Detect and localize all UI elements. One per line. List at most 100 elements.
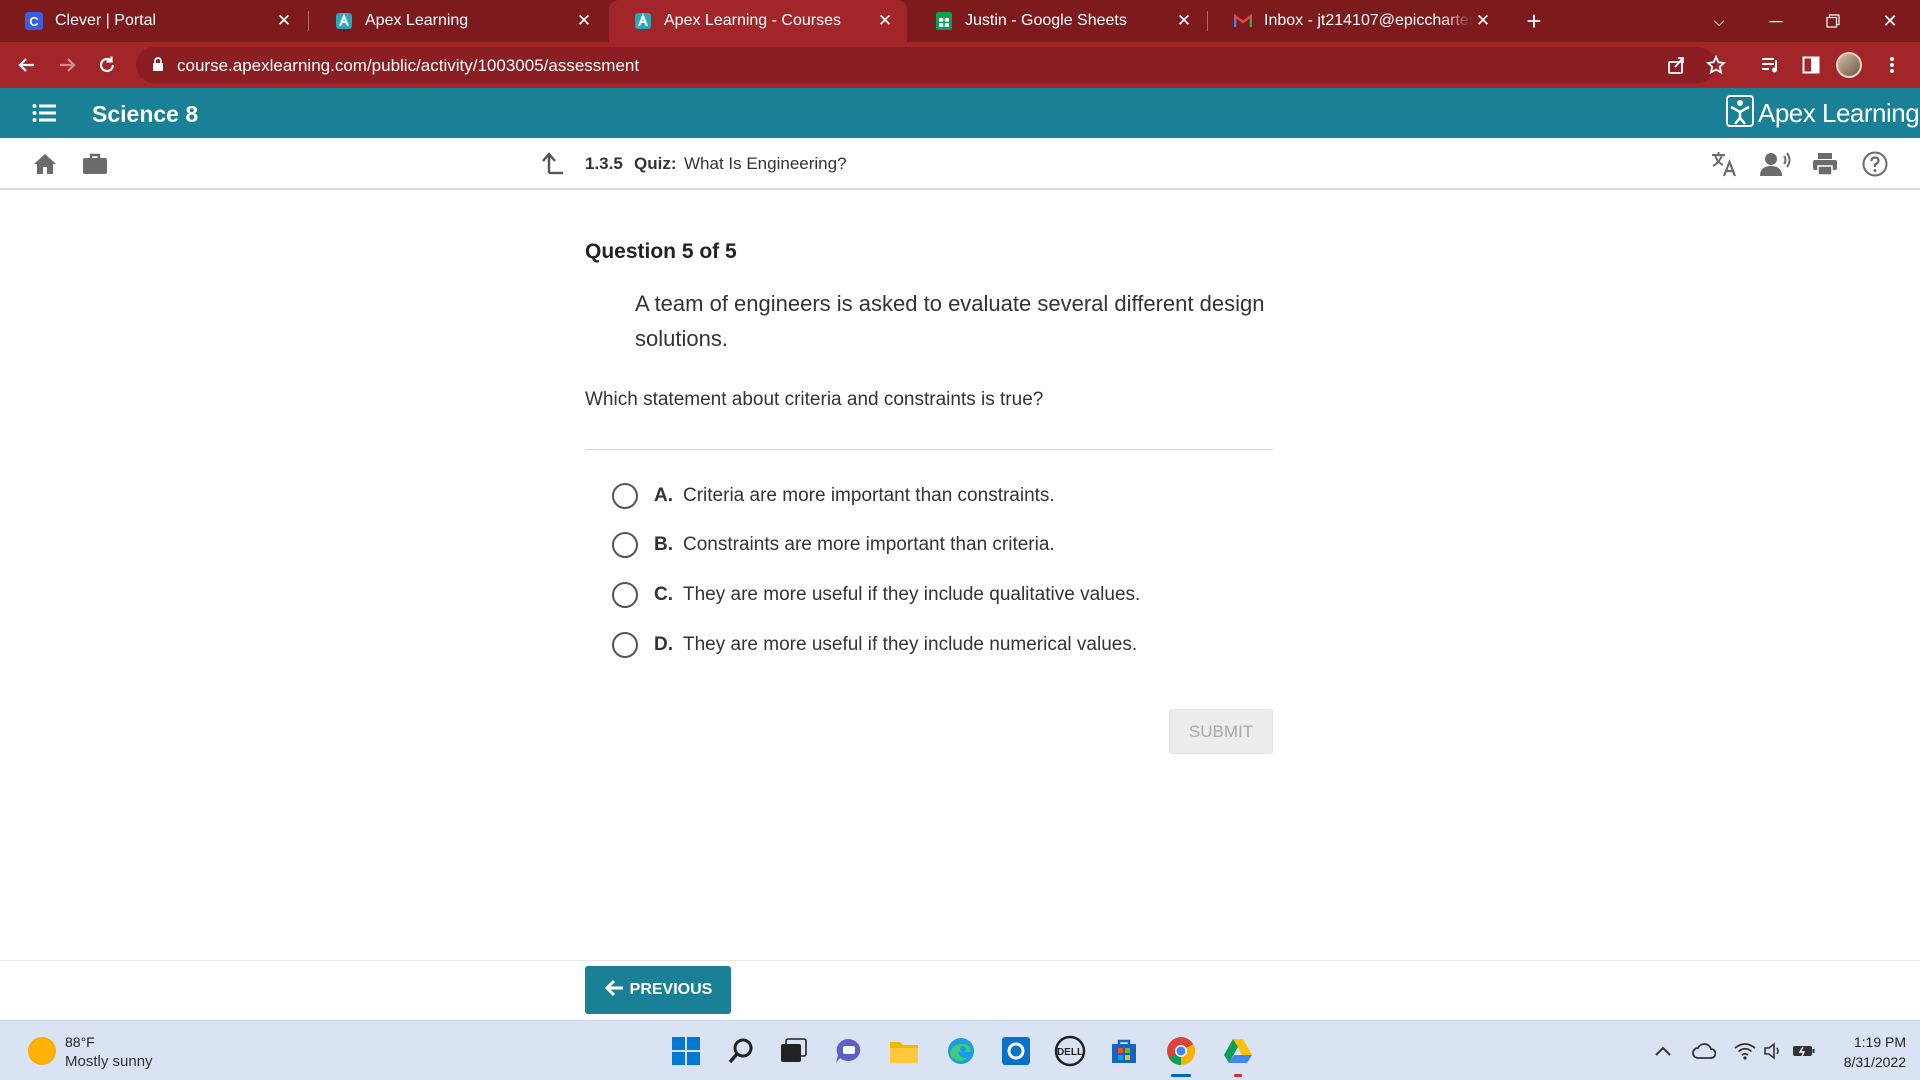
minimize-button[interactable]: ─ bbox=[1748, 0, 1804, 42]
logo-text: Apex Learning bbox=[1758, 97, 1920, 128]
tab-separator bbox=[308, 11, 309, 31]
choice-text[interactable]: They are more useful if they include num… bbox=[683, 634, 1137, 656]
apex-learning-logo: Apex Learning bbox=[1726, 94, 1920, 132]
profile-avatar[interactable] bbox=[1836, 52, 1862, 78]
answer-choice-c[interactable]: C. They are more useful if they include … bbox=[612, 578, 1140, 612]
drive-app-indicator bbox=[1234, 1074, 1242, 1077]
weather-sun-icon[interactable] bbox=[28, 1037, 56, 1065]
radio-button[interactable] bbox=[612, 632, 638, 658]
close-tab-icon[interactable]: ✕ bbox=[274, 11, 294, 31]
browser-tab-strip: C Clever | Portal ✕ Apex Learning ✕ Apex… bbox=[0, 0, 1920, 42]
sheets-icon bbox=[935, 12, 953, 30]
divider bbox=[585, 449, 1273, 450]
radio-button[interactable] bbox=[612, 582, 638, 608]
hamburger-menu-icon[interactable] bbox=[32, 102, 56, 124]
choice-letter: D. bbox=[654, 634, 673, 655]
question-number: Question 5 of 5 bbox=[585, 240, 737, 263]
left-arrow-icon bbox=[604, 977, 624, 1003]
battery-charging-icon[interactable] bbox=[1792, 1039, 1816, 1063]
onedrive-cloud-icon[interactable] bbox=[1692, 1039, 1716, 1063]
wifi-icon[interactable] bbox=[1733, 1039, 1757, 1063]
weather-temperature[interactable]: 88°F bbox=[65, 1034, 95, 1050]
teams-chat-icon[interactable] bbox=[829, 1031, 869, 1071]
outlook-icon[interactable] bbox=[996, 1031, 1036, 1071]
show-hidden-icons-chevron-icon[interactable] bbox=[1651, 1039, 1675, 1063]
choice-letter: C. bbox=[654, 584, 673, 605]
choice-letter: A. bbox=[654, 485, 673, 506]
briefcase-icon[interactable] bbox=[81, 150, 109, 178]
choice-text[interactable]: Criteria are more important than constra… bbox=[683, 485, 1055, 507]
tab-apex-learning[interactable]: Apex Learning ✕ bbox=[310, 0, 606, 42]
help-icon[interactable] bbox=[1861, 150, 1889, 178]
edge-icon[interactable] bbox=[941, 1031, 981, 1071]
choice-letter: B. bbox=[654, 534, 673, 555]
home-icon[interactable] bbox=[31, 150, 59, 178]
address-bar[interactable]: course.apexlearning.com/public/activity/… bbox=[136, 47, 1726, 83]
apex-icon bbox=[634, 12, 652, 30]
close-tab-icon[interactable]: ✕ bbox=[875, 11, 895, 31]
text-to-speech-icon[interactable] bbox=[1760, 150, 1792, 178]
close-tab-icon[interactable]: ✕ bbox=[574, 11, 594, 31]
up-level-icon[interactable] bbox=[542, 151, 564, 180]
clock-date: 8/31/2022 bbox=[1843, 1054, 1906, 1070]
close-tab-icon[interactable]: ✕ bbox=[1473, 11, 1493, 31]
tab-title: Apex Learning - Courses bbox=[664, 12, 841, 29]
tab-gmail-inbox[interactable]: Inbox - jt214107@epiccharterschools.org … bbox=[1209, 0, 1505, 42]
previous-button[interactable]: PREVIOUS bbox=[585, 966, 731, 1014]
system-clock[interactable]: 1:19 PM 8/31/2022 bbox=[1826, 1032, 1906, 1072]
url-text[interactable]: course.apexlearning.com/public/activity/… bbox=[177, 56, 639, 76]
course-title: Science 8 bbox=[92, 101, 199, 127]
question-prompt: Which statement about criteria and const… bbox=[585, 389, 1044, 410]
task-view-icon[interactable] bbox=[773, 1031, 813, 1071]
new-tab-button[interactable]: + bbox=[1519, 6, 1549, 36]
windows-taskbar: 88°F Mostly sunny DELL 1:19 PM 8/31/2022 bbox=[0, 1020, 1920, 1080]
reload-icon[interactable] bbox=[91, 49, 123, 81]
bottom-navigation-bar bbox=[0, 960, 1920, 1020]
dell-icon[interactable]: DELL bbox=[1050, 1031, 1090, 1071]
restore-button[interactable] bbox=[1805, 0, 1861, 42]
app-header: Science 8 Apex Learning bbox=[0, 88, 1920, 138]
weather-condition[interactable]: Mostly sunny bbox=[65, 1053, 153, 1070]
apex-figure-icon bbox=[1726, 94, 1754, 132]
share-icon[interactable] bbox=[1664, 53, 1688, 77]
radio-button[interactable] bbox=[612, 532, 638, 558]
side-panel-icon[interactable] bbox=[1795, 49, 1827, 81]
activity-number: 1.3.5 bbox=[585, 154, 623, 173]
chrome-icon[interactable] bbox=[1161, 1031, 1201, 1071]
choice-text[interactable]: They are more useful if they include qua… bbox=[683, 584, 1140, 606]
choice-text[interactable]: Constraints are more important than crit… bbox=[683, 534, 1055, 556]
print-icon[interactable] bbox=[1811, 150, 1839, 178]
close-tab-icon[interactable]: ✕ bbox=[1174, 11, 1194, 31]
tab-search-chevron-icon[interactable]: ⌵ bbox=[1691, 0, 1747, 42]
media-playlist-icon[interactable] bbox=[1755, 49, 1787, 81]
forward-arrow-icon[interactable] bbox=[51, 49, 83, 81]
translate-icon[interactable] bbox=[1710, 150, 1738, 178]
answer-choice-b[interactable]: B. Constraints are more important than c… bbox=[612, 528, 1055, 562]
tab-clever-portal[interactable]: C Clever | Portal ✕ bbox=[0, 0, 306, 42]
file-explorer-icon[interactable] bbox=[884, 1031, 924, 1071]
svg-text:DELL: DELL bbox=[1057, 1047, 1083, 1058]
search-icon[interactable] bbox=[721, 1031, 761, 1071]
submit-button[interactable]: SUBMIT bbox=[1169, 709, 1273, 754]
tab-apex-learning-courses[interactable]: Apex Learning - Courses ✕ bbox=[609, 0, 907, 42]
radio-button[interactable] bbox=[612, 483, 638, 509]
close-window-button[interactable]: ✕ bbox=[1862, 0, 1918, 42]
drive-app-icon[interactable] bbox=[1218, 1031, 1258, 1071]
answer-choice-a[interactable]: A. Criteria are more important than cons… bbox=[612, 479, 1055, 513]
activity-name: What Is Engineering? bbox=[684, 154, 847, 173]
bookmark-star-icon[interactable] bbox=[1704, 53, 1728, 77]
tab-title: Justin - Google Sheets bbox=[965, 12, 1127, 29]
windows-start-icon[interactable] bbox=[666, 1031, 706, 1071]
tab-google-sheets[interactable]: Justin - Google Sheets ✕ bbox=[910, 0, 1206, 42]
microsoft-store-icon[interactable] bbox=[1104, 1031, 1144, 1071]
lock-icon[interactable] bbox=[152, 57, 164, 77]
gmail-icon bbox=[1234, 12, 1252, 30]
tab-title: Inbox - jt214107@epiccharterschools.org bbox=[1264, 12, 1473, 29]
answer-choice-d[interactable]: D. They are more useful if they include … bbox=[612, 628, 1137, 662]
kebab-menu-icon[interactable] bbox=[1876, 49, 1908, 81]
previous-label: PREVIOUS bbox=[629, 981, 713, 998]
activity-toolbar: 1.3.5 Quiz: What Is Engineering? bbox=[0, 138, 1920, 190]
back-arrow-icon[interactable] bbox=[11, 49, 43, 81]
volume-icon[interactable] bbox=[1762, 1039, 1786, 1063]
browser-toolbar: course.apexlearning.com/public/activity/… bbox=[0, 42, 1920, 88]
